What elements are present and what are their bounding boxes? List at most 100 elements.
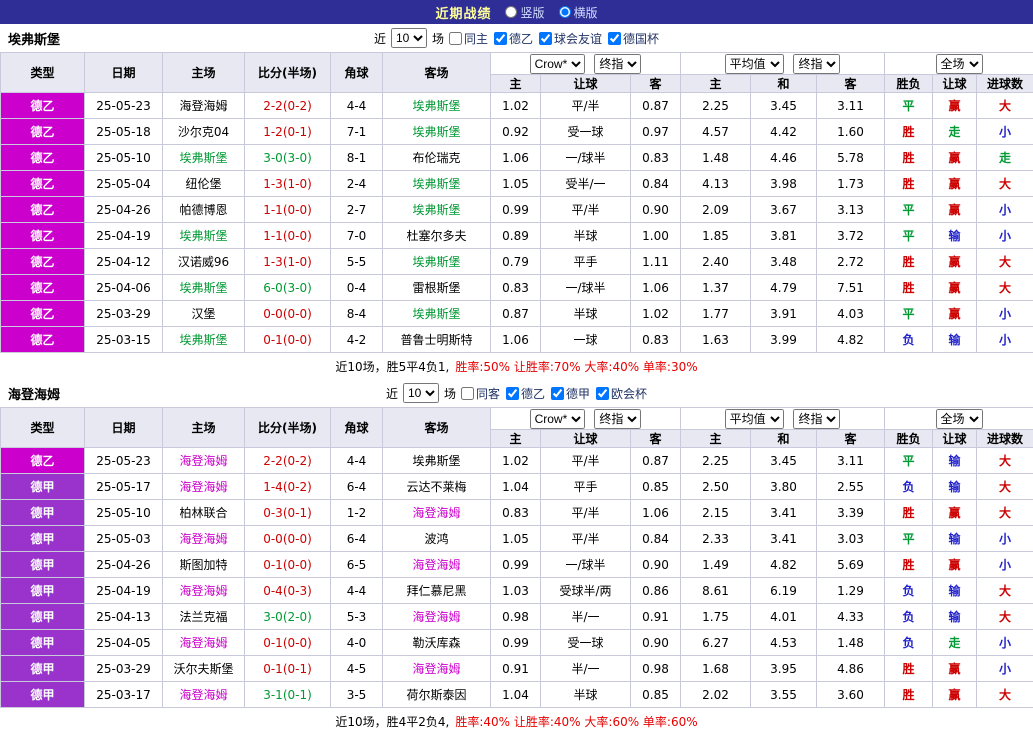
away-team[interactable]: 拜仁慕尼黑 (383, 578, 491, 604)
result-goals: 大 (977, 93, 1033, 119)
score: 1-4(0-2) (245, 474, 331, 500)
filter-checkbox-input[interactable] (551, 387, 564, 400)
match-row: 德甲25-03-17海登海姆3-1(0-1)3-5荷尔斯泰因1.04半球0.85… (1, 682, 1033, 708)
col-header-avg-home: 主 (681, 430, 751, 448)
away-team[interactable]: 埃弗斯堡 (383, 249, 491, 275)
away-team[interactable]: 荷尔斯泰因 (383, 682, 491, 708)
layout-radio-vertical[interactable]: 竖版 (505, 4, 544, 21)
filter-checkbox-input[interactable] (506, 387, 519, 400)
away-team[interactable]: 埃弗斯堡 (383, 448, 491, 474)
filter-checkbox[interactable]: 球会友谊 (539, 30, 602, 47)
filter-checkbox[interactable]: 欧会杯 (596, 385, 647, 402)
avg-odds-away: 7.51 (817, 275, 885, 301)
home-team[interactable]: 海登海姆 (163, 526, 245, 552)
result-goals: 小 (977, 223, 1033, 249)
filter-checkbox[interactable]: 同主 (449, 30, 488, 47)
home-team[interactable]: 法兰克福 (163, 604, 245, 630)
away-team[interactable]: 海登海姆 (383, 604, 491, 630)
home-team[interactable]: 埃弗斯堡 (163, 145, 245, 171)
away-team[interactable]: 海登海姆 (383, 656, 491, 682)
home-team[interactable]: 海登海姆 (163, 93, 245, 119)
away-team[interactable]: 云达不莱梅 (383, 474, 491, 500)
league-badge: 德甲 (1, 656, 85, 682)
handicap-odds-away: 0.90 (631, 552, 681, 578)
filter-checkbox[interactable]: 德国杯 (608, 30, 659, 47)
average-select[interactable]: 平均值 (725, 409, 784, 429)
corner-score: 7-0 (331, 223, 383, 249)
home-team[interactable]: 埃弗斯堡 (163, 327, 245, 353)
home-team[interactable]: 汉堡 (163, 301, 245, 327)
bookmaker-select[interactable]: Crow* (530, 409, 585, 429)
home-team[interactable]: 埃弗斯堡 (163, 223, 245, 249)
home-team[interactable]: 沙尔克04 (163, 119, 245, 145)
filter-checkbox-input[interactable] (494, 32, 507, 45)
away-team[interactable]: 雷根斯堡 (383, 275, 491, 301)
away-team[interactable]: 埃弗斯堡 (383, 301, 491, 327)
summary-record: 近10场，胜4平2负4, (335, 713, 449, 730)
result-goals: 大 (977, 500, 1033, 526)
home-team[interactable]: 沃尔夫斯堡 (163, 656, 245, 682)
away-team[interactable]: 海登海姆 (383, 552, 491, 578)
handicap-stage-select[interactable]: 终指 (594, 54, 641, 74)
corner-score: 4-5 (331, 656, 383, 682)
away-team[interactable]: 普鲁士明斯特 (383, 327, 491, 353)
handicap-odds-home: 0.83 (491, 275, 541, 301)
home-team[interactable]: 海登海姆 (163, 448, 245, 474)
filter-checkbox-input[interactable] (596, 387, 609, 400)
home-team[interactable]: 海登海姆 (163, 474, 245, 500)
filter-checkbox-input[interactable] (539, 32, 552, 45)
result-wdl: 平 (885, 197, 933, 223)
handicap-odds-home: 1.06 (491, 145, 541, 171)
home-team[interactable]: 海登海姆 (163, 578, 245, 604)
home-team[interactable]: 埃弗斯堡 (163, 275, 245, 301)
filter-checkbox-input[interactable] (449, 32, 462, 45)
average-select[interactable]: 平均值 (725, 54, 784, 74)
home-team[interactable]: 帕德博恩 (163, 197, 245, 223)
avg-odds-home: 1.48 (681, 145, 751, 171)
recent-count-select[interactable]: 10 (403, 383, 439, 403)
away-team[interactable]: 海登海姆 (383, 500, 491, 526)
average-stage-select[interactable]: 终指 (793, 54, 840, 74)
result-wdl: 胜 (885, 500, 933, 526)
corner-score: 4-2 (331, 327, 383, 353)
away-team[interactable]: 埃弗斯堡 (383, 197, 491, 223)
home-team[interactable]: 汉诺威96 (163, 249, 245, 275)
home-team[interactable]: 海登海姆 (163, 682, 245, 708)
away-team[interactable]: 杜塞尔多夫 (383, 223, 491, 249)
league-badge: 德甲 (1, 552, 85, 578)
filter-checkbox[interactable]: 同客 (461, 385, 500, 402)
away-team[interactable]: 埃弗斯堡 (383, 93, 491, 119)
home-team[interactable]: 斯图加特 (163, 552, 245, 578)
filter-checkbox[interactable]: 德乙 (494, 30, 533, 47)
layout-radio-vertical-input[interactable] (505, 6, 517, 18)
home-team[interactable]: 纽伦堡 (163, 171, 245, 197)
filter-checkbox[interactable]: 德甲 (551, 385, 590, 402)
filter-checkbox-input[interactable] (461, 387, 474, 400)
result-goals: 小 (977, 526, 1033, 552)
filter-checkbox-input[interactable] (608, 32, 621, 45)
scope-select[interactable]: 全场 (936, 409, 983, 429)
away-team[interactable]: 波鸿 (383, 526, 491, 552)
away-team[interactable]: 埃弗斯堡 (383, 171, 491, 197)
team-name[interactable]: 埃弗斯堡 (8, 29, 60, 48)
team-name[interactable]: 海登海姆 (8, 384, 60, 403)
handicap-stage-select[interactable]: 终指 (594, 409, 641, 429)
scope-select[interactable]: 全场 (936, 54, 983, 74)
handicap-line: 平手 (541, 474, 631, 500)
filter-checkbox[interactable]: 德乙 (506, 385, 545, 402)
layout-radio-horizontal-input[interactable] (559, 6, 571, 18)
handicap-odds-away: 0.90 (631, 197, 681, 223)
home-team[interactable]: 柏林联合 (163, 500, 245, 526)
away-team[interactable]: 埃弗斯堡 (383, 119, 491, 145)
match-row: 德甲25-05-17海登海姆1-4(0-2)6-4云达不莱梅1.04平手0.85… (1, 474, 1033, 500)
layout-radio-horizontal[interactable]: 横版 (559, 4, 598, 21)
away-team[interactable]: 布伦瑞克 (383, 145, 491, 171)
league-badge: 德乙 (1, 275, 85, 301)
average-stage-select[interactable]: 终指 (793, 409, 840, 429)
league-badge: 德甲 (1, 526, 85, 552)
recent-count-select[interactable]: 10 (391, 28, 427, 48)
match-row: 德乙25-04-06埃弗斯堡6-0(3-0)0-4雷根斯堡0.83一/球半1.0… (1, 275, 1033, 301)
away-team[interactable]: 勒沃库森 (383, 630, 491, 656)
bookmaker-select[interactable]: Crow* (530, 54, 585, 74)
home-team[interactable]: 海登海姆 (163, 630, 245, 656)
